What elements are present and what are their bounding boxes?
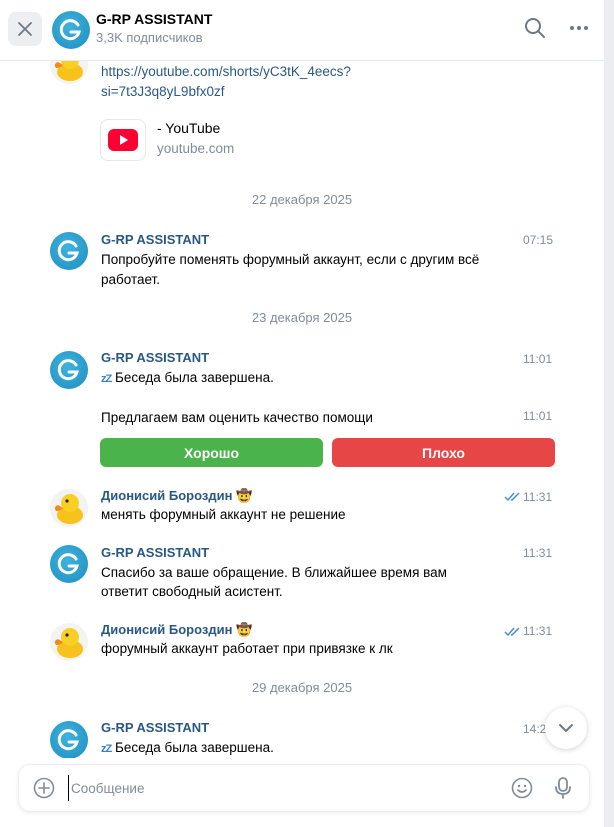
page-scrollbar[interactable]: [604, 0, 614, 827]
scroll-down-button[interactable]: [545, 707, 587, 749]
grp-logo-icon: [57, 359, 79, 381]
message-time: 07:15: [523, 233, 554, 247]
youtube-link-line1[interactable]: https://youtube.com/shorts/yC3tK_4eecs?: [101, 62, 521, 82]
rate-good-button[interactable]: Хорошо: [100, 438, 323, 467]
date-separator: 23 декабря 2025: [251, 310, 353, 325]
user-avatar[interactable]: [50, 623, 88, 661]
sleep-zz-icon: zZ: [101, 743, 112, 755]
message-text: Предлагаем вам оценить качество помощи: [101, 410, 373, 425]
message-text: работает.: [101, 272, 160, 287]
message-text: Спасибо за ваше обращение. В ближайшее в…: [101, 565, 447, 580]
duck-avatar-icon: [54, 494, 83, 524]
grp-logo-icon: [59, 19, 81, 41]
message-author[interactable]: G-RP ASSISTANT: [101, 545, 209, 560]
chat-panel: G-RP ASSISTANT 3,3K подписчиков https://…: [0, 0, 604, 827]
date-separator: 29 декабря 2025: [251, 680, 353, 695]
message-time: 14:2: [523, 722, 547, 736]
sleep-zz-icon: zZ: [101, 373, 112, 385]
attach-button[interactable]: [33, 777, 55, 804]
grp-logo-icon: [57, 553, 79, 575]
message-input[interactable]: [68, 775, 493, 801]
assistant-avatar[interactable]: [50, 721, 88, 759]
author-name: Дионисий Бороздин: [101, 488, 233, 503]
rate-bad-button[interactable]: Плохо: [332, 438, 555, 467]
message-author[interactable]: G-RP ASSISTANT: [101, 350, 209, 365]
message-text: Попробуйте поменять форумный аккаунт, ес…: [101, 252, 480, 267]
subscriber-count: 3,3K подписчиков: [96, 30, 203, 45]
plus-circle-icon: [33, 777, 55, 799]
message-time: 11:31: [523, 490, 553, 504]
link-preview-domain: youtube.com: [157, 141, 235, 156]
author-name: Дионисий Бороздин: [101, 622, 233, 637]
author-emoji: 🤠: [236, 622, 253, 637]
user-avatar[interactable]: [50, 489, 88, 527]
link-preview-title[interactable]: - YouTube: [157, 118, 577, 138]
message-text: zZ Беседа была завершена.: [101, 368, 521, 389]
message-time: 11:31: [523, 624, 553, 638]
chevron-down-icon: [559, 724, 573, 733]
duck-avatar-icon: [54, 628, 83, 658]
date-separator: 22 декабря 2025: [251, 192, 353, 207]
grp-logo-icon: [57, 729, 79, 751]
chat-header: G-RP ASSISTANT 3,3K подписчиков: [0, 0, 604, 61]
double-check-icon: [504, 627, 520, 637]
assistant-avatar[interactable]: [50, 232, 88, 270]
search-button[interactable]: [524, 17, 546, 44]
message-author[interactable]: Дионисий Бороздин 🤠: [101, 622, 252, 638]
more-dots-icon: [570, 26, 588, 30]
assistant-avatar[interactable]: [50, 351, 88, 389]
grp-logo-icon: [57, 240, 79, 262]
voice-record-button[interactable]: [553, 776, 573, 805]
message-time: 11:01: [523, 352, 553, 366]
youtube-link-line2[interactable]: si=7t3J3q8yL9bfx0zf: [101, 82, 521, 102]
assistant-avatar[interactable]: [50, 545, 88, 583]
message-text: форумный аккаунт работает при привязке к…: [101, 641, 393, 656]
link-preview-thumbnail[interactable]: [100, 119, 146, 161]
emoji-button[interactable]: [511, 777, 533, 804]
message-time: 11:31: [523, 546, 553, 560]
microphone-icon: [555, 777, 571, 799]
message-author[interactable]: Дионисий Бороздин 🤠: [101, 488, 252, 504]
author-emoji: 🤠: [236, 488, 253, 503]
youtube-logo-icon: [108, 129, 138, 151]
message-author[interactable]: G-RP ASSISTANT: [101, 232, 209, 247]
double-check-icon: [504, 492, 520, 502]
channel-avatar[interactable]: [52, 11, 90, 49]
message-body: Беседа была завершена.: [115, 740, 274, 755]
message-text: менять форумный аккаунт не решение: [101, 507, 346, 522]
close-icon: [18, 22, 32, 36]
smile-icon: [511, 777, 533, 799]
close-button[interactable]: [8, 12, 42, 46]
search-icon: [525, 18, 545, 38]
message-text: zZ Беседа была завершена.: [101, 738, 521, 759]
message-time: 11:01: [523, 409, 553, 423]
more-button[interactable]: [568, 17, 590, 44]
message-body: Беседа была завершена.: [115, 370, 274, 385]
channel-title[interactable]: G-RP ASSISTANT: [96, 11, 212, 27]
message-author[interactable]: G-RP ASSISTANT: [101, 720, 209, 735]
message-text: ответит свободный асистент.: [101, 584, 283, 599]
message-composer: [18, 764, 590, 812]
